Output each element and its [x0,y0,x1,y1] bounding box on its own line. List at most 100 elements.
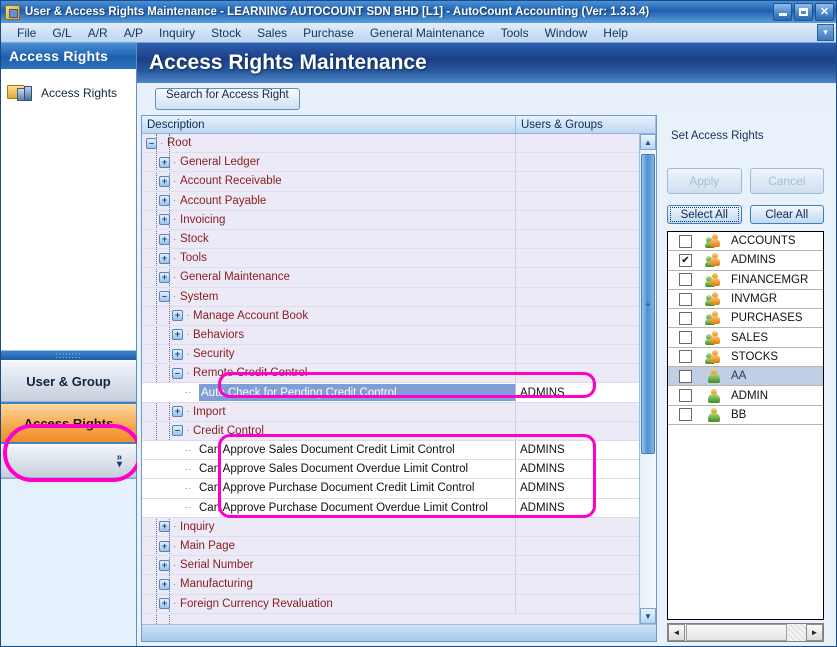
nav-bar-expand[interactable]: » ▾ [1,444,136,478]
nav-bar-user-and-group[interactable]: User & Group [1,360,136,402]
user-group-row[interactable]: BB [668,406,823,425]
user-group-checkbox[interactable] [679,331,692,344]
grid-cell-users-groups[interactable] [516,230,639,248]
collapse-minus-icon[interactable]: – [172,368,183,379]
grid-row[interactable]: +·Account Receivable [142,172,639,191]
grid-row[interactable]: –·Root [142,134,639,153]
grid-row[interactable]: ··Can Approve Purchase Document Overdue … [142,499,639,518]
grid-cell-users-groups[interactable]: ADMINS [516,479,639,497]
grid-cell-users-groups[interactable] [516,364,639,382]
grid-cell-description[interactable]: +·Inquiry [142,518,516,536]
search-for-access-right-button[interactable]: Search for Access Right [155,88,300,110]
expand-plus-icon[interactable]: + [159,234,170,245]
maximize-button[interactable] [794,3,813,21]
expand-plus-icon[interactable]: + [172,329,183,340]
grid-row[interactable]: +·Import [142,403,639,422]
expand-plus-icon[interactable]: + [159,521,170,532]
grid-row[interactable]: +·Manage Account Book [142,307,639,326]
user-group-checkbox[interactable] [679,350,692,363]
expand-plus-icon[interactable]: + [159,176,170,187]
expand-plus-icon[interactable]: + [159,214,170,225]
grid-column-users-groups[interactable]: Users & Groups [516,116,656,133]
menu-item-sales[interactable]: Sales [249,25,295,41]
user-group-checkbox[interactable] [679,312,692,325]
menu-item-stock[interactable]: Stock [203,25,249,41]
grid-row[interactable]: +·Main Page [142,537,639,556]
grid-cell-description[interactable]: +·General Ledger [142,153,516,171]
expand-plus-icon[interactable]: + [159,157,170,168]
users-list-horizontal-scrollbar[interactable]: ◄ ► [667,623,824,642]
grid-row[interactable]: +·Behaviors [142,326,639,345]
grid-row[interactable]: +·Inquiry [142,518,639,537]
grid-cell-description[interactable]: +·Manage Account Book [142,307,516,325]
grid-vertical-scrollbar[interactable]: ▲ ≡ ▼ [639,134,656,624]
grid-cell-description[interactable]: +·Account Payable [142,192,516,210]
grid-row[interactable]: +·Manufacturing [142,575,639,594]
grid-cell-users-groups[interactable]: ADMINS [516,441,639,459]
grid-cell-description[interactable]: +·Stock [142,230,516,248]
menu-overflow-chevron-down-icon[interactable]: ▾ [817,24,834,41]
user-group-row[interactable]: STOCKS [668,348,823,367]
user-group-row[interactable]: FINANCEMGR [668,271,823,290]
grid-row[interactable]: –·Remote Credit Control [142,364,639,383]
grid-row[interactable]: –·Credit Control [142,422,639,441]
user-group-row[interactable]: ADMIN [668,386,823,405]
nav-splitter-grip[interactable]: :::::::: [1,350,136,360]
grid-cell-users-groups[interactable] [516,134,639,152]
user-group-row[interactable]: ACCOUNTS [668,232,823,251]
nav-entry-access-rights[interactable]: Access Rights [1,79,136,107]
expand-plus-icon[interactable]: + [159,253,170,264]
hsb-right-button[interactable]: ► [806,624,823,641]
grid-cell-users-groups[interactable] [516,211,639,229]
grid-cell-description[interactable]: +·Serial Number [142,556,516,574]
grid-row[interactable]: +·Invoicing [142,211,639,230]
grid-cell-description[interactable]: –·Remote Credit Control [142,364,516,382]
grid-cell-users-groups[interactable]: ADMINS [516,460,639,478]
user-group-row[interactable]: SALES [668,328,823,347]
user-group-checkbox[interactable] [679,293,692,306]
hsb-left-button[interactable]: ◄ [668,624,685,641]
grid-cell-description[interactable]: ··Can Approve Sales Document Credit Limi… [142,441,516,459]
grid-row[interactable]: ··Can Approve Purchase Document Credit L… [142,479,639,498]
grid-cell-description[interactable]: +·General Maintenance [142,268,516,286]
menu-item-general-maintenance[interactable]: General Maintenance [362,25,493,41]
scroll-down-button[interactable]: ▼ [640,608,656,624]
grid-cell-users-groups[interactable]: ADMINS [516,383,639,401]
users-groups-list[interactable]: ACCOUNTS✔ADMINSFINANCEMGRINVMGRPURCHASES… [667,231,824,620]
grid-cell-description[interactable]: ··Can Approve Sales Document Overdue Lim… [142,460,516,478]
grid-cell-description[interactable]: +·Foreign Currency Revaluation [142,595,516,613]
grid-cell-users-groups[interactable] [516,326,639,344]
grid-cell-users-groups[interactable] [516,288,639,306]
scroll-up-button[interactable]: ▲ [640,134,656,150]
user-group-checkbox[interactable] [679,370,692,383]
menu-item-file[interactable]: File [9,25,44,41]
grid-column-description[interactable]: Description [142,116,516,133]
hsb-track[interactable] [788,624,806,641]
grid-cell-users-groups[interactable] [516,249,639,267]
grid-cell-users-groups[interactable] [516,575,639,593]
user-group-checkbox[interactable] [679,273,692,286]
menu-item-tools[interactable]: Tools [493,25,537,41]
minimize-button[interactable] [773,3,792,21]
menu-item-ar[interactable]: A/R [80,25,116,41]
menu-item-ap[interactable]: A/P [116,25,151,41]
grid-cell-users-groups[interactable] [516,345,639,363]
user-group-checkbox[interactable]: ✔ [679,254,692,267]
grid-cell-description[interactable]: –·System [142,288,516,306]
grid-cell-description[interactable]: –·Credit Control [142,422,516,440]
grid-row[interactable]: +·Serial Number [142,556,639,575]
grid-row[interactable]: +·Foreign Currency Revaluation [142,595,639,614]
select-all-button[interactable]: Select All [667,205,742,224]
expand-plus-icon[interactable]: + [159,560,170,571]
grid-cell-description[interactable]: +·Account Receivable [142,172,516,190]
user-group-row[interactable]: PURCHASES [668,309,823,328]
user-group-row[interactable]: INVMGR [668,290,823,309]
grid-cell-description[interactable]: +·Import [142,403,516,421]
nav-bar-access-rights[interactable]: Access Rights [1,402,136,444]
grid-cell-users-groups[interactable] [516,595,639,613]
grid-cell-users-groups[interactable]: ADMINS [516,499,639,517]
grid-row[interactable]: +·Tools [142,249,639,268]
user-group-checkbox[interactable] [679,408,692,421]
grid-cell-users-groups[interactable] [516,403,639,421]
menu-item-purchase[interactable]: Purchase [295,25,362,41]
